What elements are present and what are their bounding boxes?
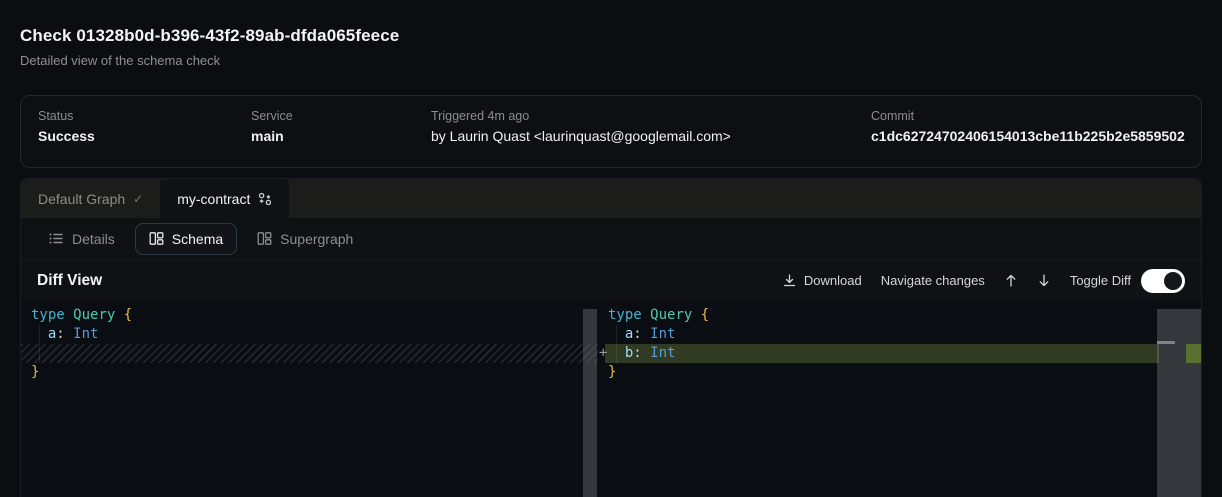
code-line-code: } [21,363,598,382]
diff-toolbar: Diff View Download Navigate changes [21,259,1201,301]
check-detail-card: Default Graph ✓ my-contract [20,178,1202,497]
diff-view-title: Diff View [37,272,102,290]
service-label: Service [251,109,293,123]
page-subtitle: Detailed view of the schema check [20,53,220,68]
tab-schema-label: Schema [172,231,223,247]
download-button[interactable]: Download [782,273,862,288]
code-line-hatch [21,344,598,363]
code-line-code: } [598,363,1201,382]
graph-tabs: Default Graph ✓ my-contract [21,179,1201,218]
page-title: Check 01328b0d-b396-43f2-89ab-dfda065fee… [20,26,399,46]
git-compare-icon [258,192,272,206]
navigate-changes-label: Navigate changes [881,273,985,288]
tab-default-graph[interactable]: Default Graph ✓ [21,179,160,218]
navigate-changes-button[interactable]: Navigate changes [881,273,985,288]
arrow-up-icon [1004,273,1018,288]
arrow-down-icon [1037,273,1051,288]
columns-icon [257,231,272,246]
view-tabs: Details Schema Supergraph [21,218,1201,259]
summary-commit: Commit c1dc62724702406154013cbe11b225b2e… [871,109,1185,144]
switch-knob [1164,272,1182,290]
tab-details[interactable]: Details [35,223,129,255]
previous-change-button[interactable] [1004,273,1018,288]
status-value: Success [38,128,95,144]
code-line-code: a: Int [598,325,1201,344]
diff-toolbar-actions: Download Navigate changes [782,269,1185,293]
next-change-button[interactable] [1037,273,1051,288]
tab-supergraph[interactable]: Supergraph [243,223,367,255]
diff-editor: type Query { a: Int} + type Query { a: I… [21,301,1201,497]
my-contract-label: my-contract [177,191,250,207]
summary-triggered: Triggered 4m ago by Laurin Quast <laurin… [431,109,731,144]
list-icon [49,231,64,246]
diff-pane-original[interactable]: type Query { a: Int} [21,301,598,497]
tab-details-label: Details [72,231,115,247]
check-icon: ✓ [133,192,143,206]
tab-schema[interactable]: Schema [135,223,237,255]
triggered-value: by Laurin Quast <laurinquast@googlemail.… [431,128,731,144]
download-icon [782,273,797,288]
summary-status: Status Success [38,109,95,144]
vertical-scrollbar[interactable] [583,309,597,497]
tab-my-contract[interactable]: my-contract [160,179,289,218]
toggle-diff-control: Toggle Diff [1070,269,1185,293]
overview-ruler-added-marker [1186,344,1201,363]
tab-supergraph-label: Supergraph [280,231,353,247]
commit-label: Commit [871,109,1185,123]
code-line-code: type Query { [598,306,1201,325]
diff-pane-modified[interactable]: + type Query { a: Int b: Int} [598,301,1201,497]
default-graph-label: Default Graph [38,191,125,207]
columns-icon [149,231,164,246]
status-label: Status [38,109,95,123]
toggle-diff-switch[interactable] [1141,269,1185,293]
triggered-label: Triggered 4m ago [431,109,731,123]
toggle-diff-label: Toggle Diff [1070,273,1131,288]
code-line-code: a: Int [21,325,598,344]
code-line-code: type Query { [21,306,598,325]
service-value: main [251,128,293,144]
download-label: Download [804,273,862,288]
code-line-added: b: Int [605,344,1159,363]
summary-service: Service main [251,109,293,144]
check-summary-card: Status Success Service main Triggered 4m… [20,95,1202,168]
commit-value: c1dc62724702406154013cbe11b225b2e5859502 [871,128,1185,144]
